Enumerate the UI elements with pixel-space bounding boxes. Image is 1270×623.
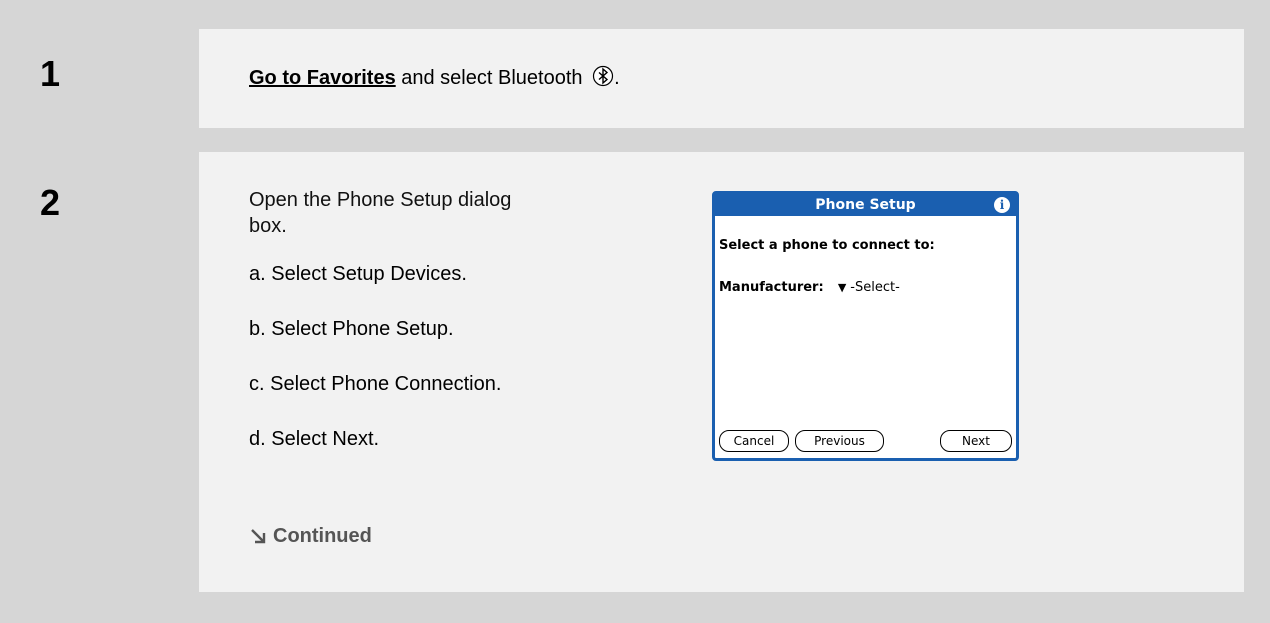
dialog-prompt: Select a phone to connect to: (719, 238, 935, 253)
phone-setup-dialog: Phone Setup i Select a phone to connect … (712, 191, 1019, 461)
substep-d: d. Select Next. (249, 428, 380, 450)
continued-label: Continued (273, 525, 372, 547)
step-1-text: Go to Favorites and select Bluetooth . (249, 65, 620, 93)
step-number: 1 (37, 29, 199, 128)
dialog-title-bar: Phone Setup i (715, 194, 1016, 216)
arrow-down-right-icon (249, 527, 267, 551)
info-icon[interactable]: i (994, 197, 1010, 213)
step-1-content: Go to Favorites and select Bluetooth . (199, 29, 1244, 128)
dialog-buttons: Cancel Previous Next (719, 430, 1012, 452)
step-2-intro: Open the Phone Setup dialog box. (249, 189, 512, 237)
step-2-content: Open the Phone Setup dialog box. a. Sele… (199, 152, 1244, 592)
step-1-text-after: and select Bluetooth (395, 67, 583, 89)
manufacturer-field: Manufacturer: ▼ -Select- (719, 280, 900, 295)
go-to-favorites-link[interactable]: Go to Favorites (249, 67, 396, 89)
dropdown-triangle-icon: ▼ (837, 281, 847, 294)
manufacturer-label: Manufacturer: (719, 280, 824, 295)
next-button[interactable]: Next (940, 430, 1012, 452)
cancel-button[interactable]: Cancel (719, 430, 789, 452)
continued-link[interactable]: Continued (249, 525, 372, 551)
step-1-row: 1 Go to Favorites and select Bluetooth . (37, 29, 1244, 128)
previous-button[interactable]: Previous (795, 430, 884, 452)
substep-c: c. Select Phone Connection. (249, 373, 502, 395)
substep-b: b. Select Phone Setup. (249, 318, 454, 340)
substep-a: a. Select Setup Devices. (249, 263, 467, 285)
step-2-instructions: Open the Phone Setup dialog box. a. Sele… (249, 187, 529, 450)
step-number: 2 (37, 152, 199, 592)
step-1-text-end: . (614, 67, 620, 89)
manufacturer-value: -Select- (850, 280, 900, 295)
step-2-row: 2 Open the Phone Setup dialog box. a. Se… (37, 152, 1244, 592)
bluetooth-icon (592, 65, 614, 93)
dialog-title: Phone Setup (815, 197, 916, 213)
manufacturer-picker[interactable]: ▼ -Select- (838, 280, 900, 295)
